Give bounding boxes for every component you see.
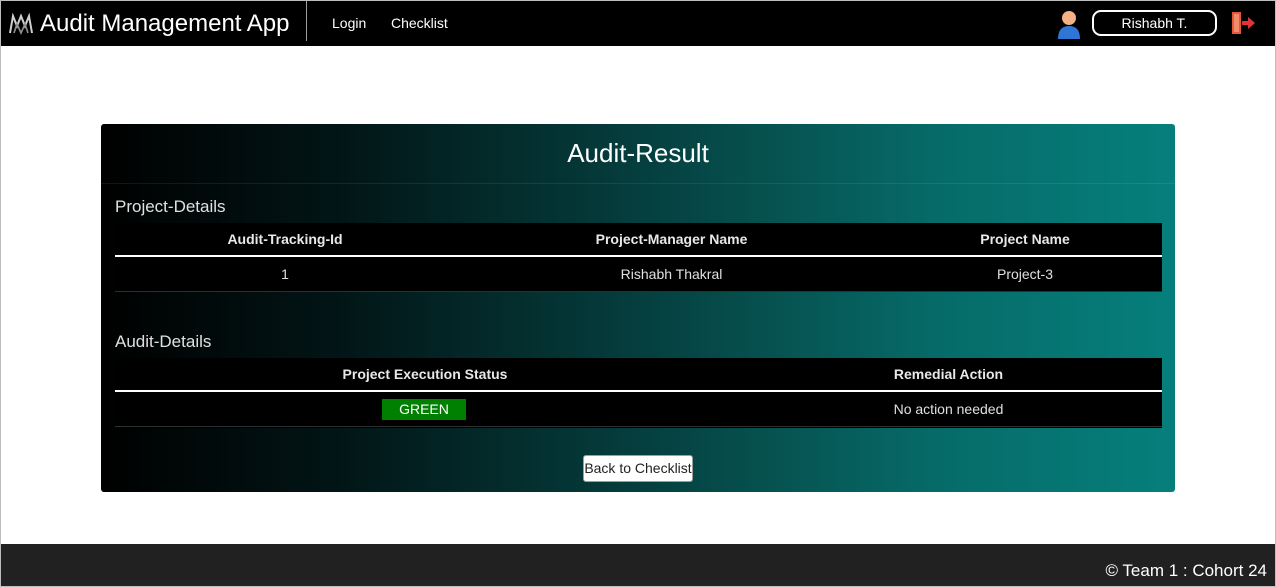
table-row: 1 Rishabh Thakral Project-3 — [115, 258, 1162, 292]
logo-icon — [9, 12, 33, 35]
cell-tracking-id: 1 — [281, 266, 289, 282]
project-details-table: Audit-Tracking-Id Project-Manager Name P… — [115, 223, 1162, 292]
logout-icon[interactable] — [1230, 10, 1256, 36]
brand[interactable]: Audit Management App — [8, 1, 290, 46]
page-title: Audit-Result — [567, 138, 709, 168]
nav-divider — [306, 1, 307, 41]
column-header-project-name: Project Name — [980, 231, 1070, 247]
cell-execution-status: GREEN — [115, 393, 735, 426]
table-header: Audit-Tracking-Id Project-Manager Name P… — [115, 223, 1162, 257]
user-name-button[interactable]: Rishabh T. — [1092, 10, 1217, 36]
column-header-execution-status: Project Execution Status — [342, 366, 508, 382]
title-divider — [101, 183, 1175, 184]
back-to-checklist-button[interactable]: Back to Checklist — [583, 455, 693, 482]
nav-link-checklist[interactable]: Checklist — [391, 1, 448, 46]
app-title: Audit Management App — [40, 10, 290, 37]
user-avatar-icon — [1058, 11, 1080, 39]
column-header-tracking-id: Audit-Tracking-Id — [227, 231, 343, 247]
cell-project-name: Project-3 — [996, 266, 1054, 282]
audit-result-card: Audit-Result Project-Details Audit-Track… — [101, 124, 1175, 492]
footer-copyright: © Team 1 : Cohort 24 — [1105, 561, 1267, 580]
table-row: GREEN No action needed — [115, 393, 1162, 427]
table-header: Project Execution Status Remedial Action — [115, 358, 1162, 392]
cell-manager-name: Rishabh Thakral — [620, 266, 723, 282]
navbar: Audit Management App Login Checklist Ris… — [1, 1, 1275, 46]
footer: © Team 1 : Cohort 24 — [1, 544, 1275, 586]
status-badge: GREEN — [382, 399, 466, 420]
project-details-heading: Project-Details — [115, 197, 226, 216]
column-header-remedial-action: Remedial Action — [893, 366, 1004, 382]
audit-details-table: Project Execution Status Remedial Action… — [115, 358, 1162, 428]
nav-link-login[interactable]: Login — [332, 1, 366, 46]
cell-remedial-action: No action needed — [893, 401, 1004, 417]
audit-details-heading: Audit-Details — [115, 332, 212, 351]
column-header-manager: Project-Manager Name — [595, 231, 748, 247]
